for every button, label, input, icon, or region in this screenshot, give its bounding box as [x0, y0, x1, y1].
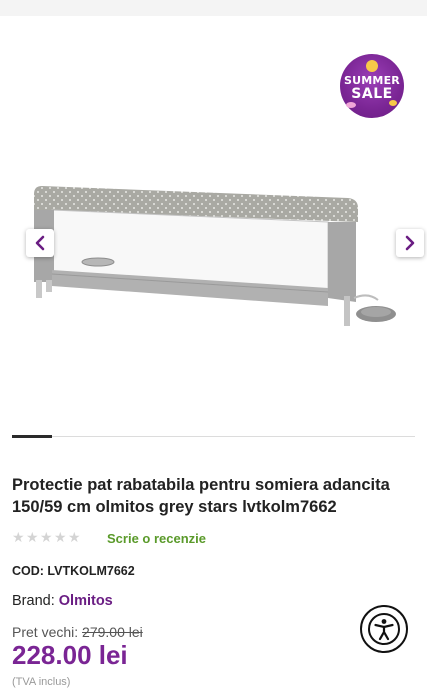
chevron-left-icon	[35, 235, 45, 251]
product-code: COD: LVTKOLM7662	[12, 564, 135, 578]
star-icon: ★	[26, 530, 39, 546]
old-price-row: Pret vechi: 279.00 lei	[12, 624, 143, 640]
summer-sale-badge: SUMMER SALE	[340, 54, 404, 118]
chevron-right-icon	[405, 235, 415, 251]
old-price-value: 279.00 lei	[82, 624, 143, 640]
brand-link[interactable]: Olmitos	[59, 593, 113, 609]
old-price-label: Pret vechi:	[12, 624, 79, 640]
star-icon: ★	[40, 530, 53, 546]
slide-indicator-active[interactable]	[12, 435, 52, 438]
brand-row: Brand: Olmitos	[12, 593, 113, 609]
star-icon: ★	[54, 530, 67, 546]
accessibility-icon	[368, 613, 400, 645]
brand-label: Brand:	[12, 593, 55, 609]
tva-note: (TVA inclus)	[12, 676, 71, 688]
accessibility-button[interactable]	[360, 605, 408, 653]
badge-line-1: SUMMER	[344, 74, 400, 87]
product-image	[34, 186, 396, 326]
star-icon: ★	[12, 530, 25, 546]
gallery-next-button[interactable]	[396, 229, 424, 257]
flower-icon	[346, 102, 356, 108]
star-icon: ★	[68, 530, 81, 546]
gallery-prev-button[interactable]	[26, 229, 54, 257]
product-gallery[interactable]: SUMMER SALE	[0, 16, 427, 416]
write-review-link[interactable]: Scrie o recenzie	[107, 531, 206, 546]
sun-icon	[366, 60, 378, 72]
top-bar	[0, 0, 427, 16]
current-price: 228.00 lei	[12, 640, 128, 670]
flower-icon	[389, 100, 397, 106]
product-title: Protectie pat rabatabila pentru somiera …	[12, 476, 390, 516]
slide-indicator-track	[12, 436, 415, 437]
badge-line-2: SALE	[351, 86, 393, 102]
rating-stars[interactable]: ★ ★ ★ ★ ★	[12, 530, 81, 546]
